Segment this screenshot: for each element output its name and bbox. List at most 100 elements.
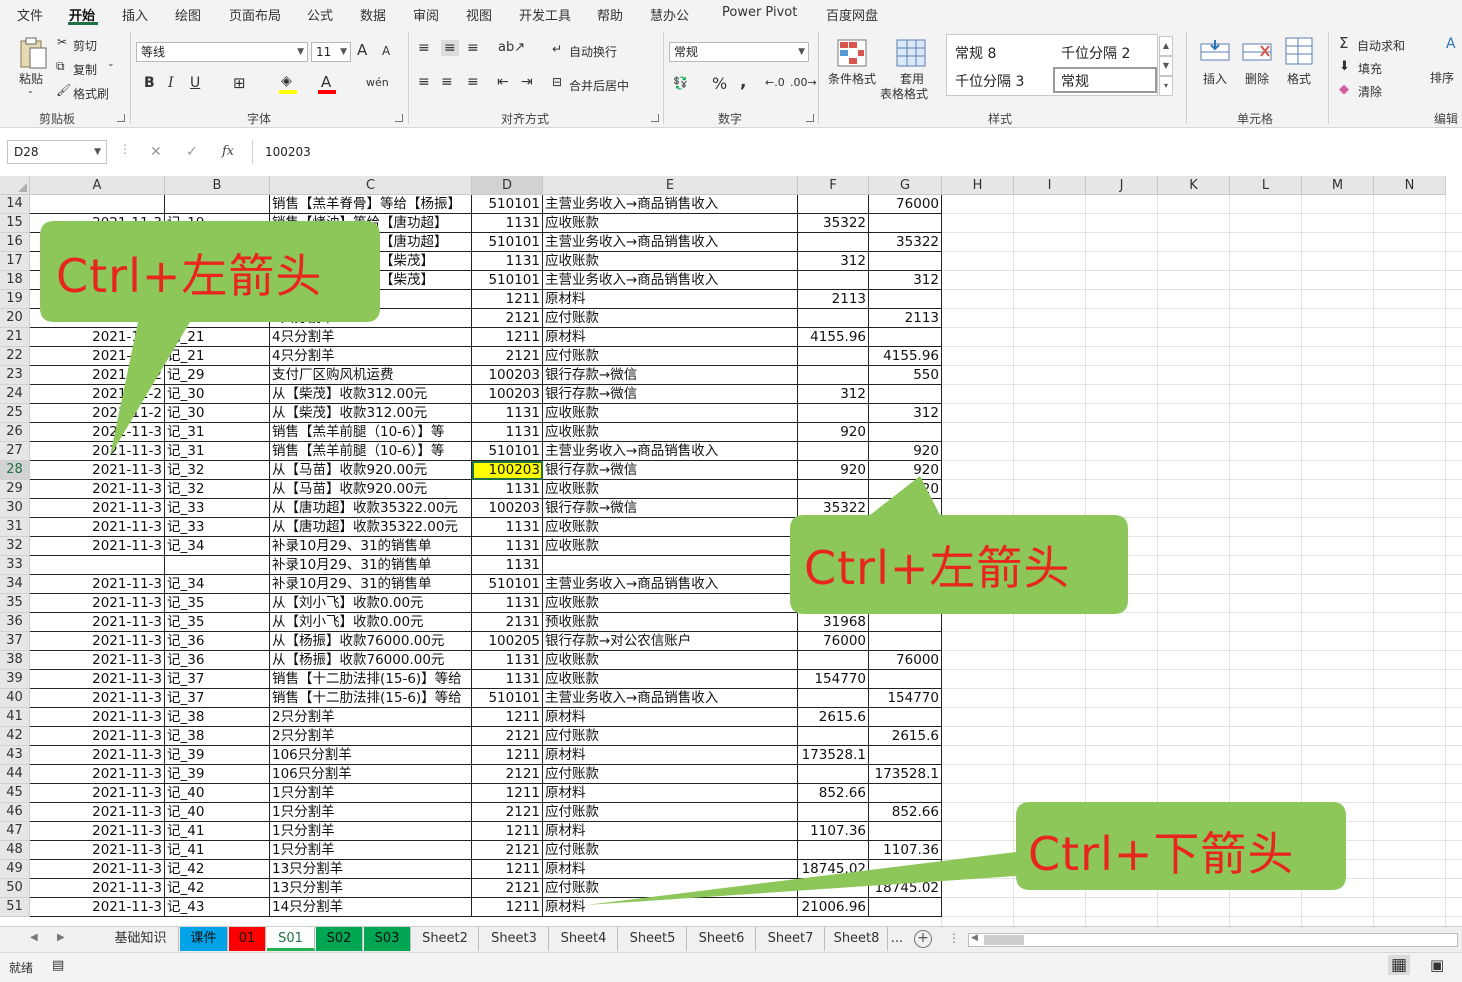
delete-cells-button[interactable]: 删除 [1245,70,1269,87]
cell-e[interactable]: 主营业务收入→商品销售收入 [543,233,798,252]
cell-a[interactable]: 2021-11-3 [30,461,165,480]
row-header[interactable]: 24 [0,385,30,404]
macro-record-icon[interactable]: ▤ [52,958,64,973]
cell-b[interactable]: 记_30 [165,385,270,404]
cell-d[interactable]: 1211 [472,898,543,917]
cell-a[interactable]: 2021-11-3 [30,822,165,841]
cell-c[interactable]: 2只分割羊 [270,727,472,746]
cell-g[interactable]: 550 [869,366,942,385]
row-header[interactable]: 38 [0,651,30,670]
menu-tab-4[interactable]: 页面布局 [229,5,281,24]
cell-b[interactable]: 记_37 [165,670,270,689]
cell-e[interactable]: 应付账款 [543,309,798,328]
cell-c[interactable]: 支付厂区购风机运费 [270,366,472,385]
number-launcher-icon[interactable] [806,114,814,122]
row-header[interactable]: 45 [0,784,30,803]
cell-style-item[interactable]: 千位分隔 3 [955,71,1024,91]
row-header[interactable]: 34 [0,575,30,594]
prev-sheet-icon[interactable]: ◀ [30,932,38,943]
cell-e[interactable]: 原材料 [543,328,798,347]
column-header[interactable]: H [942,176,1014,195]
cell-f[interactable] [798,651,869,670]
paste-arrow-icon[interactable]: ⌄ [27,86,34,95]
cell-style-item[interactable]: 千位分隔 2 [1061,43,1130,63]
autosum-button[interactable]: 自动求和 [1357,37,1405,54]
border-icon[interactable]: ⊞ [233,74,246,92]
cell-b[interactable]: 记_35 [165,613,270,632]
cell-a[interactable]: 2021-11-3 [30,613,165,632]
select-all-button[interactable] [0,176,30,195]
cell-a[interactable]: 2021-11-3 [30,689,165,708]
cell-e[interactable]: 主营业务收入→商品销售收入 [543,689,798,708]
cell-e[interactable]: 应付账款 [543,803,798,822]
cell-e[interactable]: 原材料 [543,746,798,765]
cell-g[interactable] [869,499,942,518]
cell-a[interactable]: 2021-11-3 [30,594,165,613]
cell-e[interactable]: 应收账款 [543,537,798,556]
cell-c[interactable]: 销售【羔羊前腿（10-6）】等 [270,423,472,442]
cell-a[interactable]: 2021-11-2 [30,404,165,423]
cell-g[interactable] [869,290,942,309]
row-header[interactable]: 46 [0,803,30,822]
cell-e[interactable]: 应收账款 [543,404,798,423]
normal-view-icon[interactable]: ▦ [1388,955,1411,975]
scrollbar-thumb[interactable] [984,935,1024,945]
cell-d[interactable]: 510101 [472,442,543,461]
cell-b[interactable]: 记_37 [165,689,270,708]
cell-c[interactable]: 106只分割羊 [270,746,472,765]
cancel-icon[interactable]: ✕ [150,144,162,160]
cell-a[interactable]: 2021-11-3 [30,746,165,765]
row-header[interactable]: 33 [0,556,30,575]
cell-d[interactable]: 1211 [472,860,543,879]
cell-a[interactable]: 2021-11-3 [30,214,165,233]
cell-b[interactable]: 记_42 [165,860,270,879]
cell-g[interactable] [869,822,942,841]
cell-e[interactable]: 主营业务收入→商品销售收入 [543,575,798,594]
cell-c[interactable]: 从【马苗】收款920.00元 [270,480,472,499]
cell-c[interactable]: 1只分割羊 [270,784,472,803]
cell-a[interactable]: 2021-11-3 [30,499,165,518]
sheet-tab[interactable]: Sheet8 [826,927,888,951]
cell-c[interactable]: 106只分割羊 [270,765,472,784]
cell-e[interactable]: 银行存款→微信 [543,385,798,404]
add-sheet-icon[interactable]: + [914,930,932,948]
split-handle-icon[interactable]: ⋮ [948,931,960,945]
column-header[interactable]: J [1086,176,1158,195]
sheet-tab[interactable]: Sheet3 [480,927,549,951]
next-sheet-icon[interactable]: ▶ [57,932,65,943]
cell-a[interactable]: 2021-11-3 [30,651,165,670]
menu-tab-5[interactable]: 公式 [307,5,333,24]
cell-c[interactable]: 从【唐功超】收款35322.00元 [270,499,472,518]
cell-a[interactable]: 2021-11-3 [30,898,165,917]
cell-c[interactable]: 1只分割羊 [270,841,472,860]
cell-e[interactable]: 预收账款 [543,613,798,632]
cell-a[interactable]: 2021-11-3 [30,537,165,556]
cell-styles-gallery[interactable]: 常规 8 千位分隔 2 千位分隔 3 常规 [946,34,1158,96]
cell-c[interactable]: 1只分割羊 [270,803,472,822]
cell-d[interactable]: 1131 [472,594,543,613]
cell-d[interactable]: 1211 [472,708,543,727]
cell-e[interactable]: 原材料 [543,708,798,727]
align-bottom-icon[interactable]: ≡ [467,40,479,56]
cell-a[interactable]: 2021-11-3 [30,879,165,898]
cell-c[interactable]: 1只分割羊 [270,822,472,841]
cell-a[interactable] [30,195,165,214]
cell-g[interactable] [869,860,942,879]
cell-d[interactable]: 1131 [472,423,543,442]
merge-center-button[interactable]: 合并后居中 [569,77,629,94]
cell-b[interactable]: 记_34 [165,575,270,594]
cell-e[interactable]: 应收账款 [543,651,798,670]
row-header[interactable]: 50 [0,879,30,898]
grow-font-button[interactable]: A [357,41,367,59]
cell-d[interactable]: 100203 [472,366,543,385]
cell-c[interactable]: 从【柴茂】收款312.00元 [270,385,472,404]
cell-e[interactable]: 主营业务收入→商品销售收入 [543,271,798,290]
cell-g[interactable]: 76000 [869,651,942,670]
cell-style-item[interactable]: 常规 8 [955,43,996,63]
cell-d[interactable]: 510101 [472,233,543,252]
column-header[interactable]: B [165,176,270,195]
cell-c[interactable]: 补录10月29、31的销售单 [270,537,472,556]
cell-d[interactable]: 1211 [472,784,543,803]
cell-g[interactable] [869,708,942,727]
cell-g[interactable] [869,632,942,651]
